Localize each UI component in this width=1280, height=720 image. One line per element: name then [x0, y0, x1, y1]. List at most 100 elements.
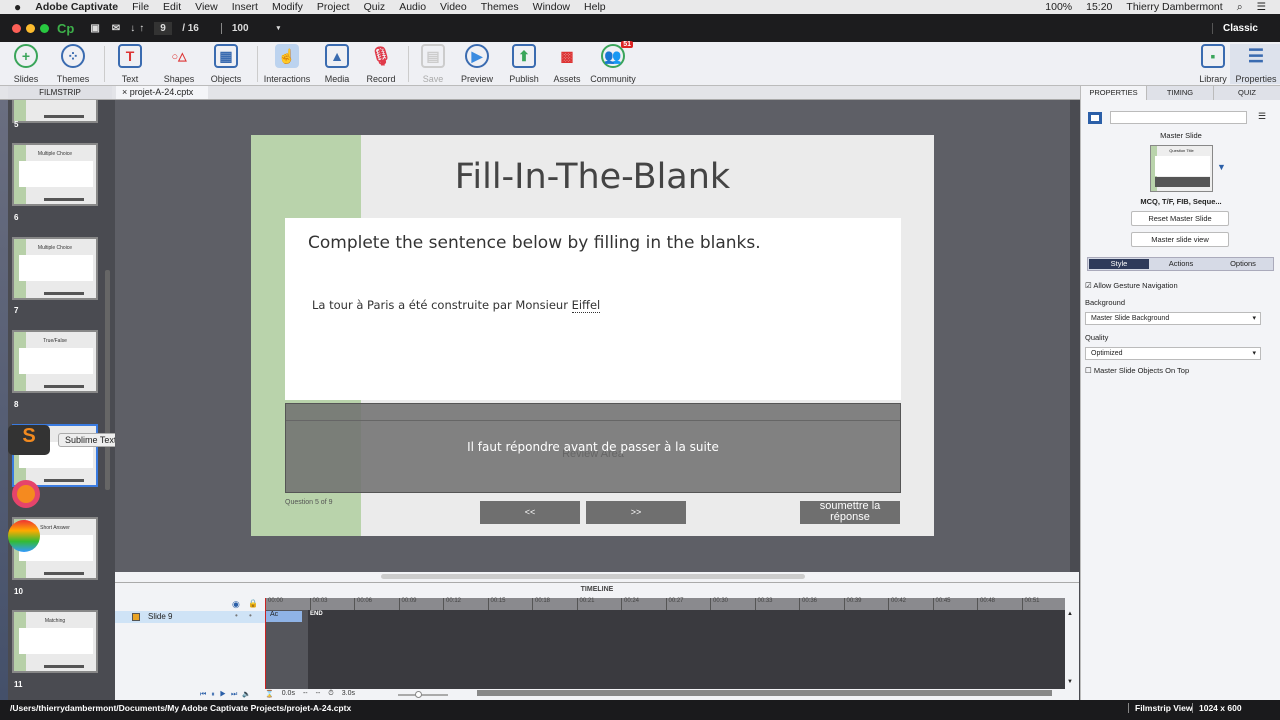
playback-controls[interactable]: ⏮⏸▶⏭🔈 — [200, 690, 256, 699]
filmstrip-slide[interactable]: Matching — [12, 610, 98, 673]
clock: 15:20 — [1086, 1, 1113, 13]
menu-project[interactable]: Project — [317, 1, 350, 13]
menu-help[interactable]: Help — [584, 1, 606, 13]
menu-video[interactable]: Video — [440, 1, 467, 13]
record-button[interactable]: 🎙 Record — [355, 44, 407, 85]
tab-properties[interactable]: PROPERTIES — [1081, 86, 1147, 100]
panel-menu-icon[interactable]: ☰ — [1258, 111, 1266, 122]
subtab-options[interactable]: Options — [1212, 259, 1274, 269]
community-icon: 👥 51 — [601, 41, 633, 68]
slide-type-icon — [1088, 112, 1102, 124]
library-label: Library — [1199, 74, 1227, 84]
preview-button[interactable]: ▶ Preview — [451, 44, 503, 84]
tab-timing[interactable]: TIMING — [1147, 86, 1214, 100]
filmstrip-tab[interactable]: FILMSTRIP — [8, 86, 112, 99]
next-slide-arrow-icon[interactable]: ↓ — [130, 23, 135, 34]
quality-select[interactable]: Optimized — [1085, 347, 1261, 360]
app-dock-icon[interactable] — [8, 520, 40, 552]
community-button[interactable]: 👥 51 Community — [587, 41, 639, 84]
timeline-tick: 00:30 — [710, 598, 728, 610]
minimize-window-button[interactable] — [26, 23, 35, 33]
submit-button[interactable]: soumettre la réponse — [800, 501, 900, 524]
question-progress: Question 5 of 9 — [285, 499, 333, 506]
menu-view[interactable]: View — [195, 1, 218, 13]
slide-name-input[interactable] — [1110, 111, 1247, 124]
prev-slide-arrow-icon[interactable]: ↑ — [139, 23, 144, 34]
master-slide-thumbnail[interactable]: Question Title — [1150, 145, 1213, 192]
timeline-layer-row[interactable]: Slide 9 • • — [115, 611, 265, 623]
filmstrip-scrollbar[interactable] — [105, 270, 110, 490]
app-menu[interactable]: Adobe Captivate — [35, 1, 118, 13]
timeline-zoom-slider[interactable] — [398, 691, 448, 698]
play-icon: ▶ — [465, 44, 489, 68]
comment-icon[interactable]: ▣ — [90, 23, 99, 34]
menu-window[interactable]: Window — [533, 1, 570, 13]
assets-button[interactable]: ▩ Assets — [541, 44, 593, 85]
sentence: La tour à Paris a été construite par Mon… — [312, 298, 601, 313]
timeline-tick: 00:36 — [799, 598, 817, 610]
timeline-hscrollbar[interactable] — [477, 690, 1052, 696]
incomplete-message: Il faut répondre avant de passer à la su… — [467, 440, 719, 454]
objects-button[interactable]: ▦ Objects — [200, 44, 252, 84]
close-window-button[interactable] — [12, 23, 21, 33]
document-tab[interactable]: × projet-A-24.cptx — [116, 86, 208, 99]
microphone-icon: 🎙 — [369, 45, 393, 66]
tab-quiz[interactable]: QUIZ — [1214, 86, 1280, 100]
subtab-actions[interactable]: Actions — [1150, 259, 1212, 269]
subtab-style[interactable]: Style — [1089, 259, 1149, 269]
text-button[interactable]: T Text — [104, 44, 156, 84]
interactions-button[interactable]: ☝ Interactions — [261, 44, 313, 84]
menu-modify[interactable]: Modify — [272, 1, 303, 13]
filmstrip-slide[interactable]: Multiple Choice — [12, 237, 98, 300]
next-button[interactable]: >> — [586, 501, 686, 524]
properties-button[interactable]: ☰ Properties — [1230, 44, 1280, 84]
blank-answer-field[interactable]: Eiffel — [571, 298, 601, 313]
playhead[interactable] — [265, 598, 266, 689]
shapes-button[interactable]: ○△ Shapes — [153, 44, 205, 85]
app-dock-icon[interactable] — [12, 480, 40, 508]
search-icon[interactable]: ⌕ — [1237, 1, 1243, 14]
master-slide-view-button[interactable]: Master slide view — [1131, 232, 1229, 247]
layer-visible-dot[interactable]: • — [235, 611, 238, 620]
background-select[interactable]: Master Slide Background — [1085, 312, 1261, 325]
workspace-select[interactable]: Classic — [1211, 22, 1258, 34]
close-tab-icon[interactable]: × — [122, 87, 127, 97]
timeline-ruler[interactable]: 00:00 00:03 00:06 00:09 00:12 00:15 00:18 00:21… — [265, 598, 1065, 610]
menu-insert[interactable]: Insert — [232, 1, 258, 13]
back-button[interactable]: << — [480, 501, 580, 524]
timeline-tick: 00:45 — [932, 598, 951, 610]
menu-quiz[interactable]: Quiz — [364, 1, 386, 13]
list-icon[interactable]: ☰ — [1257, 1, 1266, 13]
menu-audio[interactable]: Audio — [399, 1, 426, 13]
slide: Fill-In-The-Blank Complete the sentence … — [251, 135, 934, 536]
master-objects-on-top-checkbox[interactable]: ☐ Master Slide Objects On Top — [1085, 366, 1189, 375]
slides-button[interactable]: + Slides — [0, 44, 52, 84]
zoom-select[interactable]: 100 — [220, 22, 249, 34]
scroll-up-icon[interactable]: ▲ — [1067, 611, 1073, 617]
eye-icon[interactable]: ◉ — [232, 599, 240, 610]
mail-icon[interactable]: ✉ — [112, 23, 120, 34]
timeline-clip[interactable]: Ac — [265, 611, 302, 622]
slide-number-input[interactable]: 9 — [154, 21, 173, 35]
scroll-down-icon[interactable]: ▼ — [1067, 679, 1073, 685]
slide-number: 10 — [14, 587, 23, 596]
reset-master-slide-button[interactable]: Reset Master Slide — [1131, 211, 1229, 226]
layer-lock-dot[interactable]: • — [249, 611, 252, 620]
sublime-text-dock-icon[interactable]: S — [8, 425, 50, 455]
menu-themes[interactable]: Themes — [481, 1, 519, 13]
filmstrip-slide[interactable]: Multiple Choice — [12, 143, 98, 206]
menu-file[interactable]: File — [132, 1, 149, 13]
filmstrip-slide[interactable] — [12, 100, 98, 123]
timeline-tick: 00:27 — [665, 598, 684, 610]
master-dropdown-icon[interactable]: ▼ — [1217, 162, 1226, 172]
filmstrip-slide[interactable]: True/False — [12, 330, 98, 393]
themes-button[interactable]: ⁘ Themes — [47, 44, 99, 84]
user-name[interactable]: Thierry Dambermont — [1126, 1, 1222, 13]
lock-icon[interactable]: 🔒 — [248, 599, 258, 608]
gesture-navigation-checkbox[interactable]: ☑ Allow Gesture Navigation — [1085, 281, 1178, 290]
apple-icon[interactable]: ● — [14, 0, 21, 14]
zoom-window-button[interactable] — [40, 23, 49, 33]
stage-scrollbar[interactable] — [381, 574, 805, 579]
menu-edit[interactable]: Edit — [163, 1, 181, 13]
zoom-dropdown-icon[interactable]: ▾ — [277, 24, 281, 32]
